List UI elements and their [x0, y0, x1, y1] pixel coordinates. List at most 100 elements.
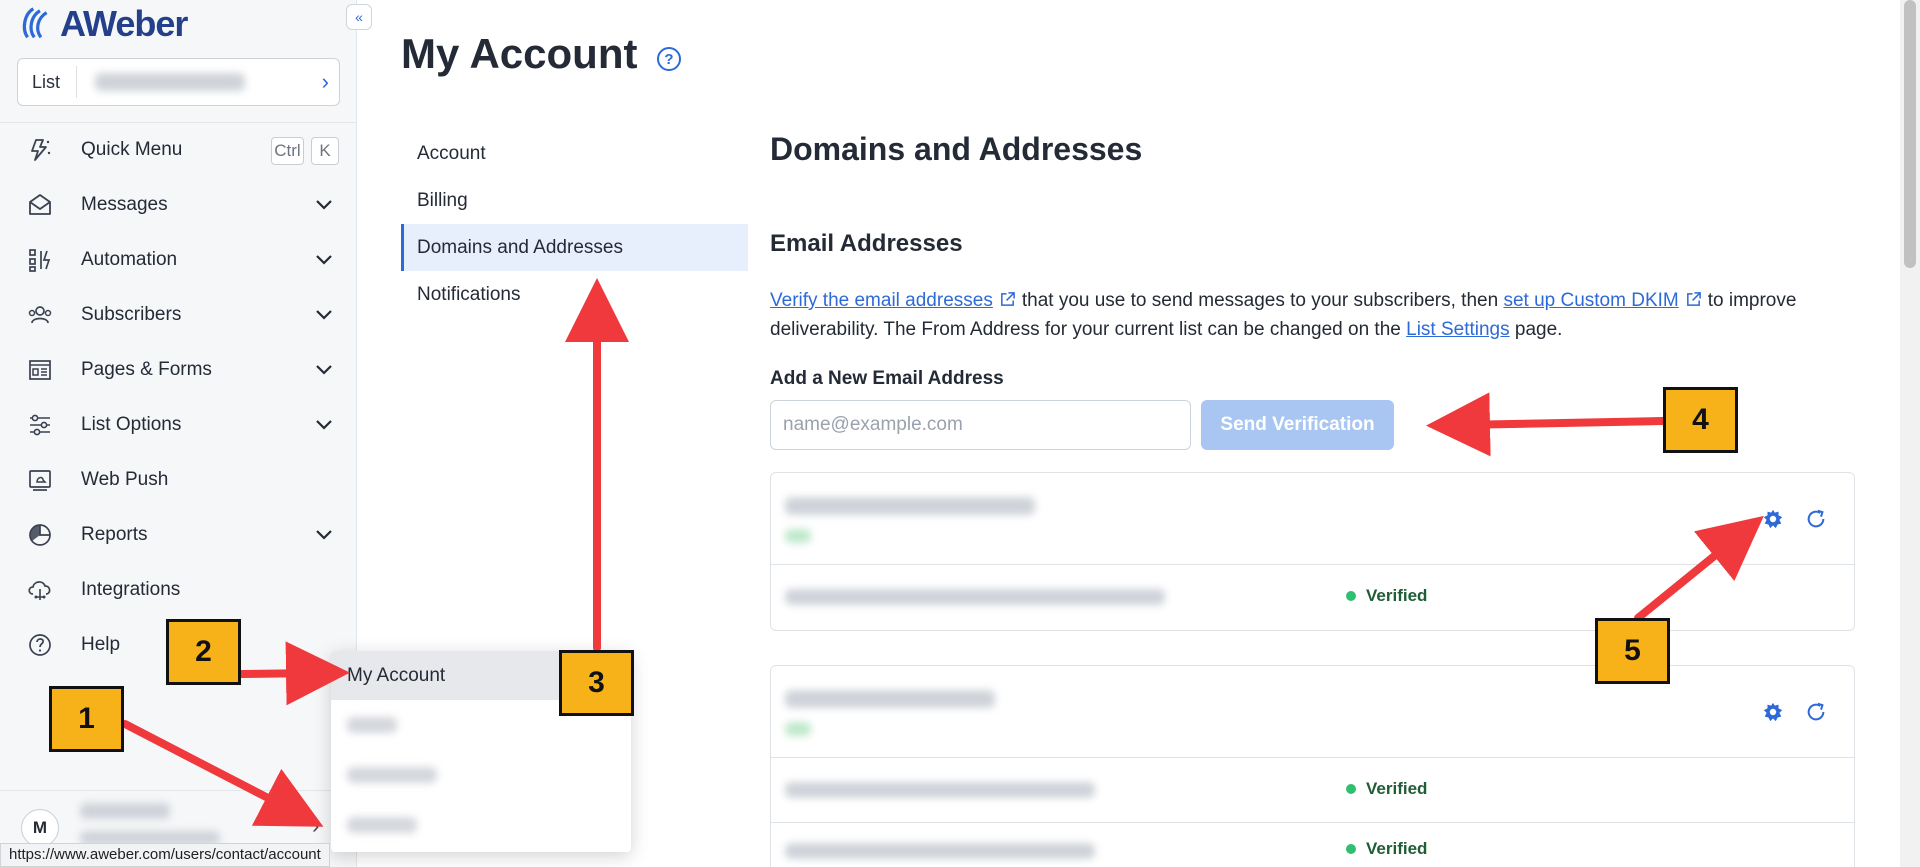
brand-name: AWeber — [60, 3, 188, 44]
menu-item-redacted[interactable] — [331, 750, 631, 800]
redacted-text — [347, 717, 397, 733]
aweber-logo-icon — [22, 7, 48, 39]
section-title: Domains and Addresses — [770, 131, 1143, 167]
status-badge: Verified — [1346, 779, 1427, 799]
refresh-icon[interactable] — [1803, 506, 1829, 532]
list-name-redacted — [95, 73, 246, 91]
sidebar-item-integrations[interactable]: Integrations — [0, 568, 357, 612]
step-badge-4: 4 — [1663, 387, 1738, 453]
external-link-icon — [1000, 292, 1015, 306]
avatar: M — [21, 809, 59, 847]
domain-name-redacted — [785, 690, 995, 708]
sidebar-item-label: Quick Menu — [81, 139, 183, 160]
sidebar-item-web-push[interactable]: Web Push — [0, 458, 357, 502]
domain-card-header — [771, 666, 1854, 758]
tab-notifications[interactable]: Notifications — [401, 271, 748, 318]
aweber-logo[interactable]: AWeber — [20, 3, 188, 44]
email-address-redacted — [785, 782, 1095, 798]
page-scrollbar[interactable] — [1900, 0, 1920, 867]
arrow-4 — [1426, 392, 1667, 457]
email-field[interactable] — [770, 400, 1191, 450]
chevron-down-icon[interactable] — [314, 304, 334, 324]
status-text: Verified — [1366, 779, 1428, 798]
domain-name-redacted — [785, 497, 1035, 515]
email-address-row: Verified — [771, 823, 1854, 867]
email-addresses-description: Verify the email addresses that you use t… — [770, 286, 1860, 344]
sidebar-item-messages[interactable]: Messages — [0, 183, 357, 227]
scrollbar-thumb[interactable] — [1904, 0, 1916, 268]
sidebar-item-automation[interactable]: Automation — [0, 238, 357, 282]
chevron-down-icon[interactable] — [314, 194, 334, 214]
chevron-down-icon[interactable] — [314, 249, 334, 269]
chevron-right-icon: › — [321, 69, 329, 94]
quick-menu-icon — [25, 135, 55, 165]
domain-badge-redacted — [785, 722, 811, 736]
status-badge: Verified — [1346, 586, 1427, 606]
gear-icon[interactable] — [1760, 699, 1786, 725]
tab-account[interactable]: Account — [401, 130, 748, 177]
envelope-icon — [25, 190, 55, 220]
refresh-icon[interactable] — [1803, 699, 1829, 725]
status-bar-url: https://www.aweber.com/users/contact/acc… — [0, 843, 330, 867]
sidebar-item-pages-forms[interactable]: Pages & Forms — [0, 348, 357, 392]
sidebar-item-label: Messages — [81, 194, 168, 215]
shortcut-k-key: K — [311, 137, 339, 165]
double-chevron-left-icon: « — [355, 9, 363, 25]
status-text: Verified — [1366, 839, 1428, 858]
custom-dkim-link[interactable]: set up Custom DKIM — [1503, 290, 1678, 311]
chevron-down-icon[interactable] — [314, 524, 334, 544]
sidebar-item-reports[interactable]: Reports — [0, 513, 357, 557]
status-text: Verified — [1366, 586, 1428, 605]
subscribers-icon — [25, 300, 55, 330]
step-badge-2: 2 — [166, 619, 241, 685]
pages-forms-icon — [25, 355, 55, 385]
sidebar-item-list-options[interactable]: List Options — [0, 403, 357, 447]
list-picker-label: List — [18, 66, 78, 98]
gear-icon[interactable] — [1760, 506, 1786, 532]
tab-billing[interactable]: Billing — [401, 177, 748, 224]
step-badge-1: 1 — [49, 686, 124, 752]
send-verification-button[interactable]: Send Verification — [1201, 400, 1394, 450]
status-dot — [1346, 784, 1356, 794]
list-settings-link[interactable]: List Settings — [1406, 319, 1510, 340]
desc-text: that you use to send messages to your su… — [1021, 290, 1499, 311]
add-email-label: Add a New Email Address — [770, 368, 1004, 389]
sidebar-item-label: Pages & Forms — [81, 359, 212, 380]
email-addresses-heading: Email Addresses — [770, 230, 963, 257]
automation-icon — [25, 245, 55, 275]
desc-text: page. — [1514, 319, 1563, 340]
verify-email-link[interactable]: Verify the email addresses — [770, 290, 993, 311]
status-badge: Verified — [1346, 839, 1427, 859]
step-badge-5: 5 — [1595, 618, 1670, 684]
status-dot — [1346, 591, 1356, 601]
collapse-sidebar-button[interactable]: « — [346, 4, 372, 30]
chevron-right-icon[interactable]: › — [312, 813, 319, 839]
sidebar-item-label: Subscribers — [81, 304, 182, 325]
sidebar-item-label: Web Push — [81, 469, 169, 490]
help-icon[interactable]: ? — [657, 47, 681, 71]
list-picker[interactable]: List › — [17, 58, 340, 106]
page-title: My Account — [401, 30, 638, 77]
pie-chart-icon — [25, 520, 55, 550]
app-window: AWeber List › Quick Menu Ctrl K Messages — [0, 0, 1920, 867]
sidebar-item-label: Automation — [81, 249, 178, 270]
redacted-text — [347, 817, 417, 833]
sliders-icon — [25, 410, 55, 440]
sidebar-item-subscribers[interactable]: Subscribers — [0, 293, 357, 337]
domain-card: Verified — [770, 472, 1855, 631]
sidebar-item-quick-menu[interactable]: Quick Menu Ctrl K — [0, 128, 357, 172]
cloud-icon — [25, 575, 55, 605]
chevron-down-icon[interactable] — [314, 359, 334, 379]
shortcut-ctrl-key: Ctrl — [271, 137, 304, 165]
menu-item-redacted[interactable] — [331, 800, 631, 850]
step-badge-3: 3 — [559, 650, 634, 716]
chevron-down-icon[interactable] — [314, 414, 334, 434]
tab-domains-and-addresses[interactable]: Domains and Addresses — [401, 224, 748, 271]
email-address-redacted — [785, 843, 1095, 859]
status-dot — [1346, 844, 1356, 854]
user-name-redacted — [80, 803, 170, 819]
domain-badge-redacted — [785, 529, 811, 543]
sidebar-item-label: List Options — [81, 414, 182, 435]
email-address-redacted — [785, 589, 1165, 605]
redacted-text — [347, 767, 437, 783]
